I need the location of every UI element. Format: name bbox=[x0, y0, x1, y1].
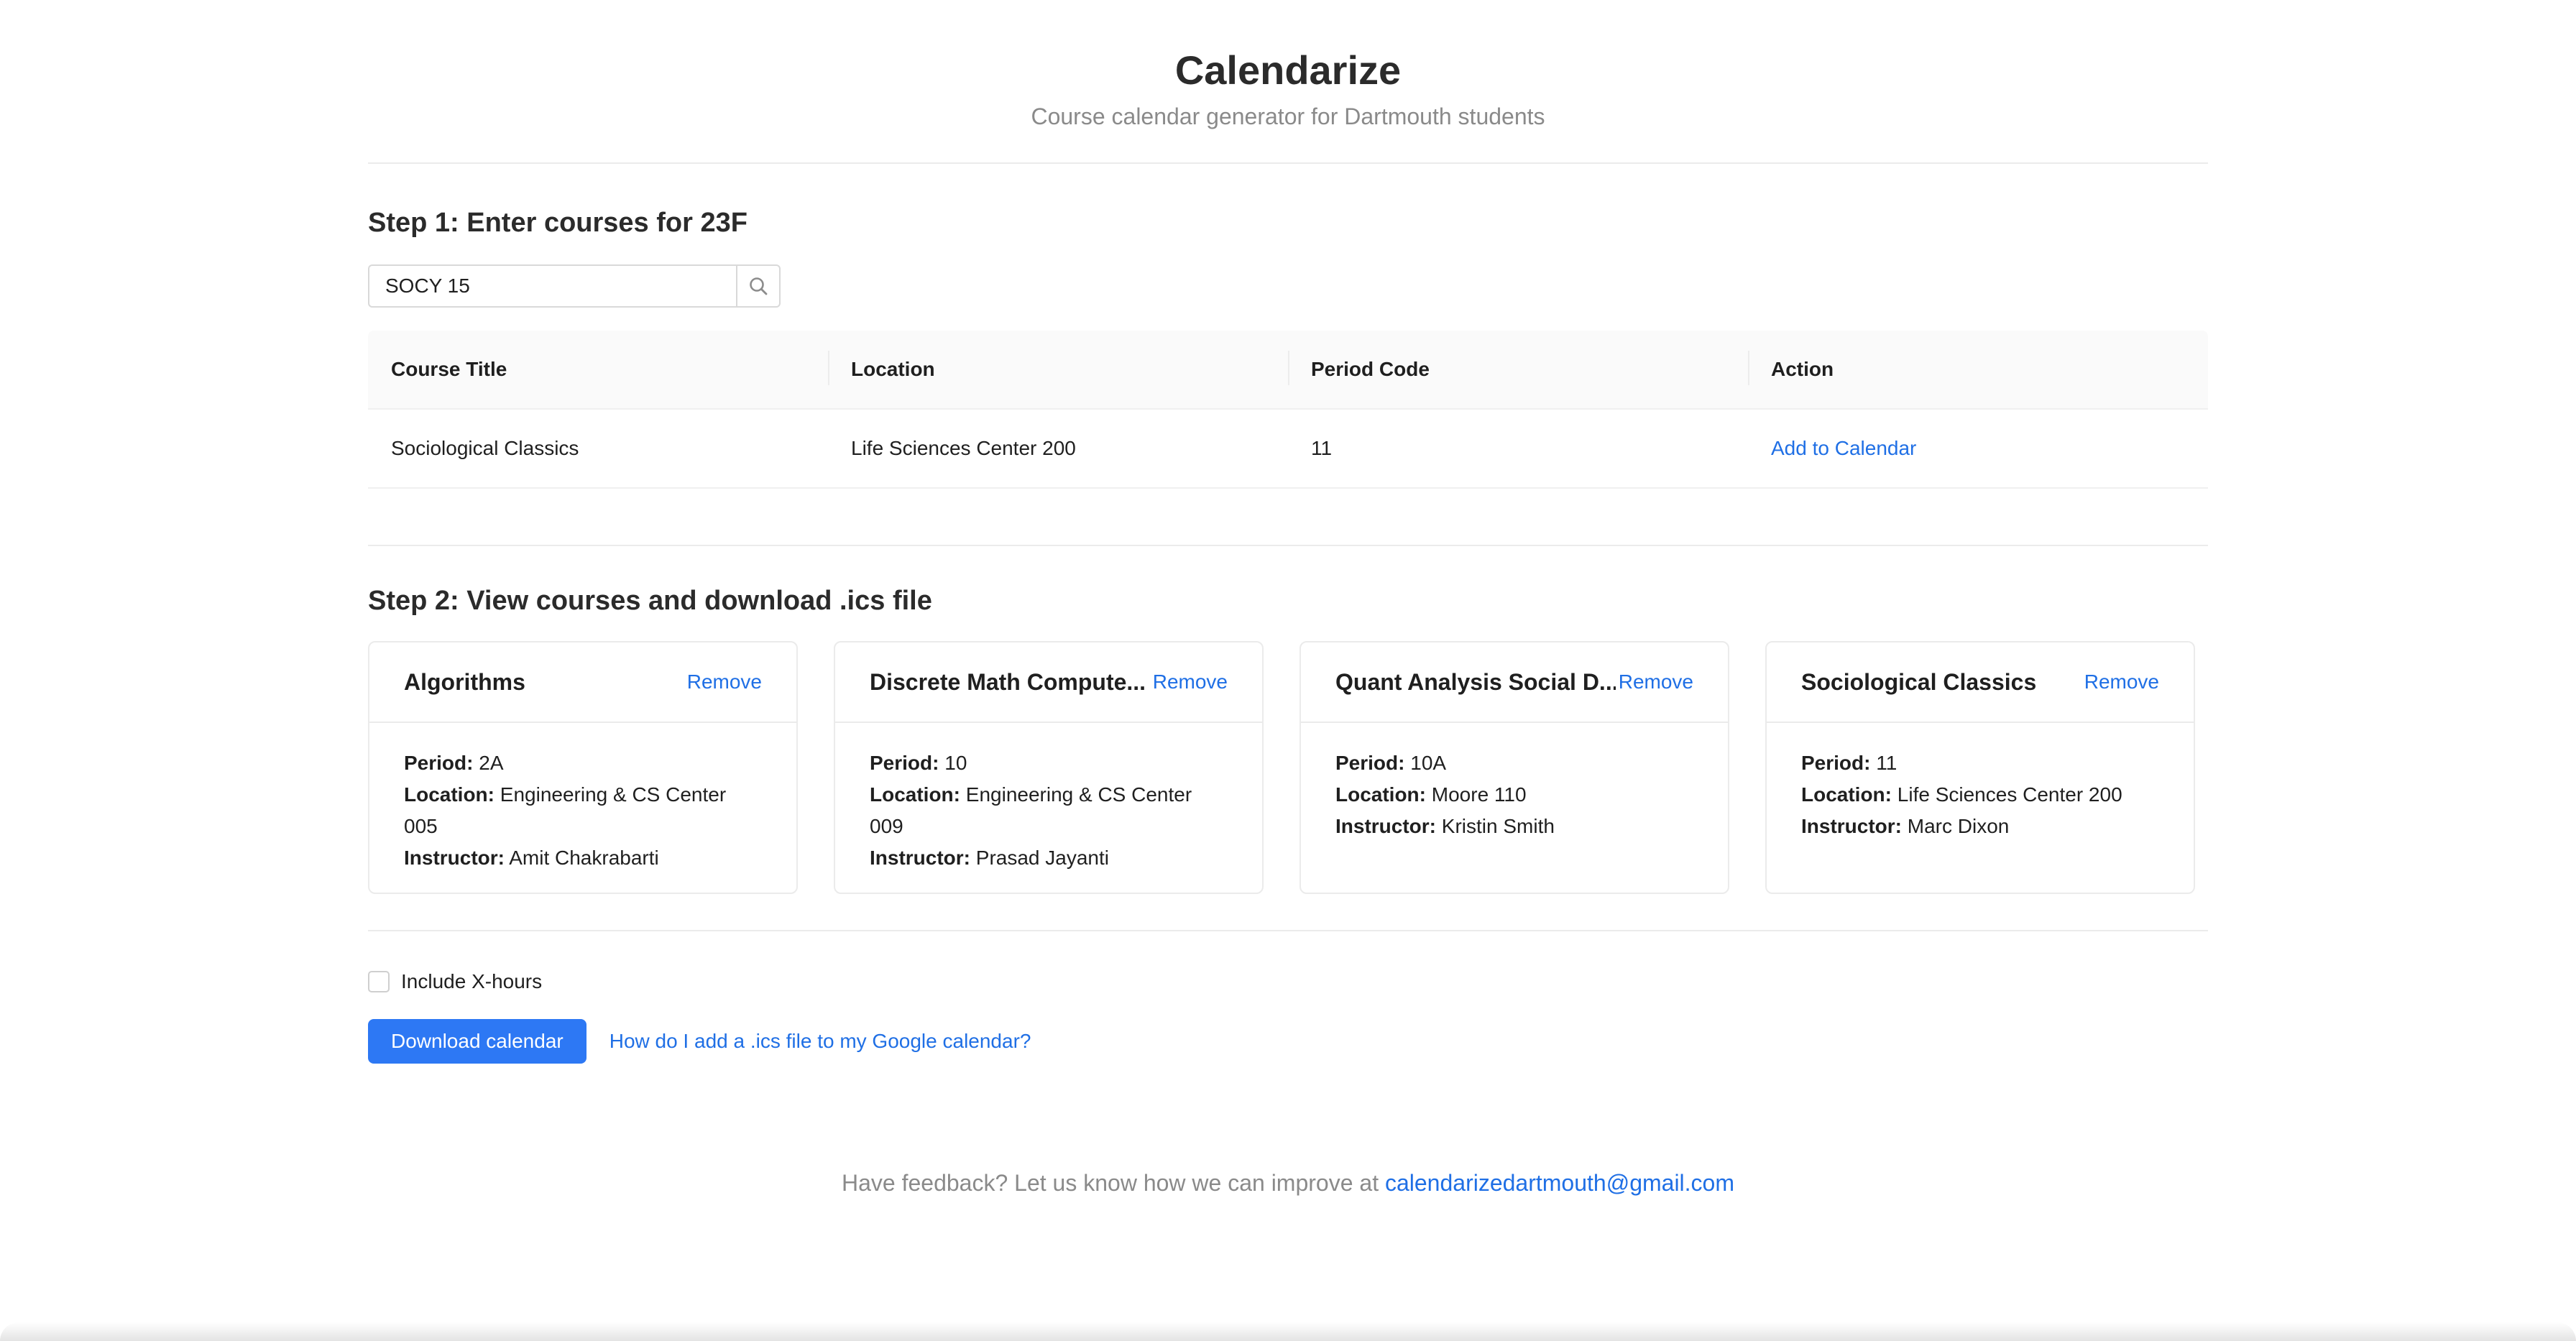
cell-action: Add to Calendar bbox=[1748, 437, 2208, 460]
remove-course-link[interactable]: Remove bbox=[2084, 670, 2159, 693]
course-card-body: Period: 10A Location: Moore 110 Instruct… bbox=[1301, 723, 1728, 842]
page-subtitle: Course calendar generator for Dartmouth … bbox=[1031, 103, 1545, 129]
remove-course-link[interactable]: Remove bbox=[1619, 670, 1693, 693]
feedback-email-link[interactable]: calendarizedartmouth@gmail.com bbox=[1385, 1170, 1734, 1196]
table-header: Course Title Location Period Code Action bbox=[368, 331, 2208, 410]
course-card-header: Quant Analysis Social D... Remove bbox=[1301, 642, 1728, 723]
include-xhours-label[interactable]: Include X-hours bbox=[401, 970, 542, 993]
table-row: Sociological Classics Life Sciences Cent… bbox=[368, 410, 2208, 489]
step2-title: Step 2: View courses and download .ics f… bbox=[368, 586, 932, 616]
column-header-location: Location bbox=[828, 351, 1288, 385]
course-location: Location: Engineering & CS Center 005 bbox=[404, 783, 727, 837]
course-location: Location: Engineering & CS Center 009 bbox=[870, 783, 1192, 837]
course-card: Sociological Classics Remove Period: 11 … bbox=[1765, 641, 2195, 894]
course-card-title: Discrete Math Compute... bbox=[870, 668, 1146, 695]
course-instructor: Instructor: Prasad Jayanti bbox=[870, 847, 1109, 869]
remove-course-link[interactable]: Remove bbox=[1153, 670, 1228, 693]
include-xhours-option: Include X-hours bbox=[368, 967, 2208, 996]
course-card-header: Algorithms Remove bbox=[369, 642, 796, 723]
course-instructor: Instructor: Amit Chakrabarti bbox=[404, 847, 659, 869]
course-search bbox=[368, 264, 2208, 308]
course-instructor: Instructor: Marc Dixon bbox=[1801, 815, 2010, 837]
course-results-table: Course Title Location Period Code Action… bbox=[368, 331, 2208, 489]
course-card-body: Period: 11 Location: Life Sciences Cente… bbox=[1767, 723, 2194, 842]
course-search-input[interactable] bbox=[368, 264, 736, 308]
cell-location: Life Sciences Center 200 bbox=[851, 437, 1076, 459]
search-icon bbox=[750, 277, 768, 295]
course-location: Location: Moore 110 bbox=[1335, 783, 1527, 806]
cards-divider bbox=[368, 930, 2208, 931]
column-header-course-title: Course Title bbox=[391, 358, 507, 380]
course-card-body: Period: 2A Location: Engineering & CS Ce… bbox=[369, 723, 796, 874]
course-card-title: Algorithms bbox=[404, 668, 525, 695]
feedback-footer: Have feedback? Let us know how we can im… bbox=[0, 1170, 2576, 1197]
course-period: Period: 2A bbox=[404, 752, 504, 774]
course-card-title: Sociological Classics bbox=[1801, 668, 2037, 695]
page: Calendarize Course calendar generator fo… bbox=[0, 0, 2576, 1341]
header-divider bbox=[368, 162, 2208, 164]
course-card-header: Sociological Classics Remove bbox=[1767, 642, 2194, 723]
cell-period-code: 11 bbox=[1311, 437, 1333, 459]
course-location: Location: Life Sciences Center 200 bbox=[1801, 783, 2122, 806]
download-actions: Download calendar How do I add a .ics fi… bbox=[368, 1019, 2208, 1064]
cell-course-title: Sociological Classics bbox=[391, 437, 579, 459]
header: Calendarize Course calendar generator fo… bbox=[368, 0, 2208, 134]
course-instructor: Instructor: Kristin Smith bbox=[1335, 815, 1555, 837]
download-calendar-button[interactable]: Download calendar bbox=[368, 1019, 586, 1064]
step1-title: Step 1: Enter courses for 23F bbox=[368, 208, 748, 238]
google-calendar-help-link[interactable]: How do I add a .ics file to my Google ca… bbox=[610, 1030, 1031, 1053]
search-button[interactable] bbox=[736, 264, 781, 308]
main-container: Calendarize Course calendar generator fo… bbox=[368, 0, 2208, 1064]
course-period: Period: 10A bbox=[1335, 752, 1447, 774]
window-bottom-shadow bbox=[0, 1322, 2576, 1341]
include-xhours-checkbox[interactable] bbox=[368, 971, 390, 992]
course-card: Quant Analysis Social D... Remove Period… bbox=[1300, 641, 1729, 894]
course-card: Algorithms Remove Period: 2A Location: E… bbox=[368, 641, 798, 894]
course-card: Discrete Math Compute... Remove Period: … bbox=[834, 641, 1264, 894]
remove-course-link[interactable]: Remove bbox=[687, 670, 762, 693]
column-header-action: Action bbox=[1748, 351, 2208, 385]
course-card-body: Period: 10 Location: Engineering & CS Ce… bbox=[835, 723, 1262, 874]
column-header-period-code: Period Code bbox=[1288, 351, 1748, 385]
course-cards: Algorithms Remove Period: 2A Location: E… bbox=[368, 641, 2208, 894]
step-divider bbox=[368, 545, 2208, 546]
feedback-text: Have feedback? Let us know how we can im… bbox=[842, 1170, 1379, 1196]
course-card-title: Quant Analysis Social D... bbox=[1335, 668, 1616, 695]
page-title: Calendarize bbox=[1174, 47, 1402, 93]
course-period: Period: 11 bbox=[1801, 752, 1898, 774]
course-period: Period: 10 bbox=[870, 752, 967, 774]
course-card-header: Discrete Math Compute... Remove bbox=[835, 642, 1262, 723]
add-to-calendar-link[interactable]: Add to Calendar bbox=[1771, 437, 1916, 459]
